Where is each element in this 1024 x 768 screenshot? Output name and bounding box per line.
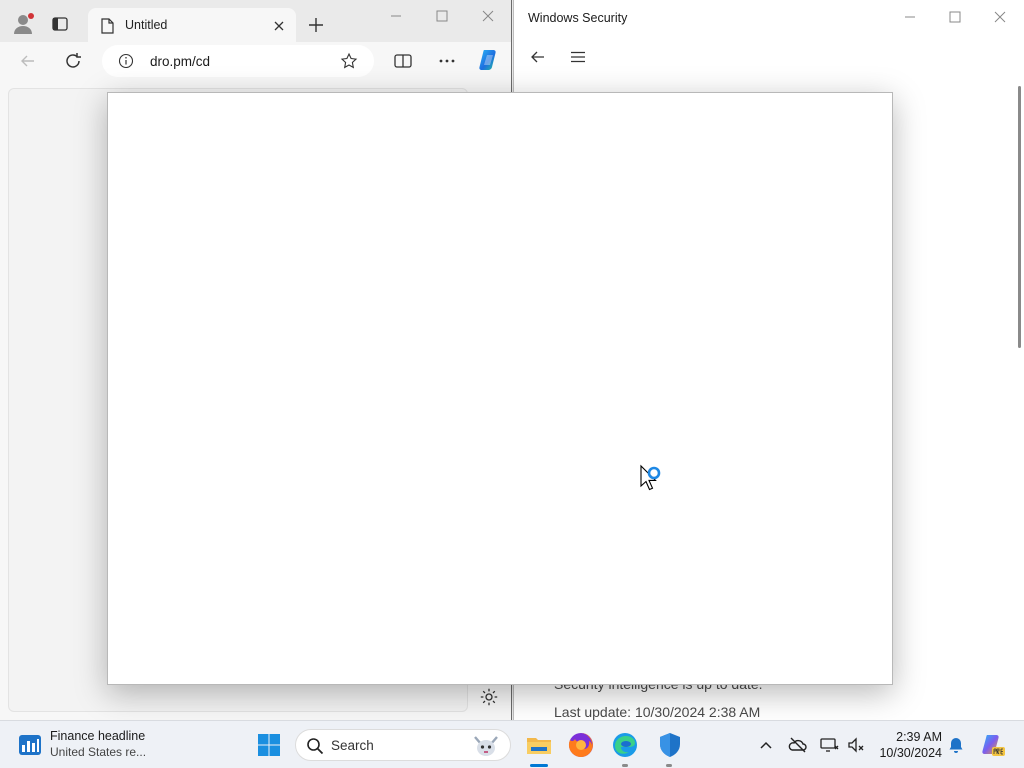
running-indicator — [666, 764, 672, 767]
settings-icon[interactable] — [479, 687, 499, 707]
tab-title: Untitled — [125, 18, 168, 32]
window-title: Windows Security — [528, 11, 628, 25]
blank-dialog — [107, 92, 893, 685]
widget-headline[interactable]: Finance headline — [50, 729, 145, 743]
close-icon[interactable] — [272, 19, 286, 33]
minimize-icon[interactable] — [900, 7, 920, 27]
minimize-icon[interactable] — [386, 6, 406, 26]
address-bar[interactable]: dro.pm/cd — [102, 45, 374, 77]
windows-security-icon[interactable] — [656, 731, 684, 759]
notification-bell-icon[interactable] — [946, 735, 966, 755]
hamburger-menu-icon[interactable] — [570, 49, 586, 65]
edge-icon[interactable] — [611, 731, 639, 759]
search-placeholder: Search — [331, 738, 374, 753]
taskbar: Finance headline United States re... Sea… — [0, 720, 1024, 768]
edge-toolbar: dro.pm/cd — [0, 42, 511, 80]
split-screen-icon[interactable] — [393, 51, 413, 71]
profile-icon[interactable] — [12, 12, 36, 36]
running-indicator — [622, 764, 628, 767]
page-icon — [100, 18, 114, 34]
tab-actions-icon[interactable] — [52, 16, 68, 32]
maximize-icon[interactable] — [945, 7, 965, 27]
busy-cursor-icon — [639, 464, 665, 494]
window-close-icon[interactable] — [478, 6, 498, 26]
running-indicator — [530, 764, 548, 767]
scrollbar[interactable] — [1018, 86, 1021, 348]
edge-titlebar: Untitled — [0, 0, 511, 44]
file-explorer-icon[interactable] — [525, 731, 553, 759]
last-update-text: Last update: 10/30/2024 2:38 AM — [554, 704, 761, 720]
start-icon[interactable] — [257, 733, 281, 757]
info-icon[interactable] — [118, 53, 134, 69]
back-icon[interactable] — [18, 51, 38, 71]
firefox-icon[interactable] — [567, 731, 595, 759]
back-arrow-icon[interactable] — [530, 49, 546, 65]
widgets-icon[interactable] — [18, 734, 42, 756]
chevron-up-icon[interactable] — [756, 735, 776, 755]
favorite-star-icon[interactable] — [340, 52, 358, 70]
address-text[interactable]: dro.pm/cd — [150, 54, 210, 69]
window-close-icon[interactable] — [990, 7, 1010, 27]
search-highlight-icon — [471, 733, 501, 759]
onedrive-icon[interactable] — [788, 735, 808, 755]
copilot-pre-icon[interactable] — [980, 732, 1006, 758]
widget-subtitle[interactable]: United States re... — [50, 745, 146, 759]
tab-untitled[interactable]: Untitled — [88, 8, 296, 44]
volume-icon[interactable] — [846, 735, 866, 755]
clock-date[interactable]: 10/30/2024 — [876, 746, 942, 760]
maximize-icon[interactable] — [432, 6, 452, 26]
refresh-icon[interactable] — [62, 50, 84, 72]
network-icon[interactable] — [819, 735, 839, 755]
new-tab-icon[interactable] — [307, 16, 325, 34]
copilot-icon[interactable] — [476, 47, 502, 73]
more-icon[interactable] — [437, 51, 457, 71]
search-icon — [306, 737, 324, 755]
taskbar-search[interactable]: Search — [295, 729, 511, 761]
clock-time[interactable]: 2:39 AM — [876, 730, 942, 744]
